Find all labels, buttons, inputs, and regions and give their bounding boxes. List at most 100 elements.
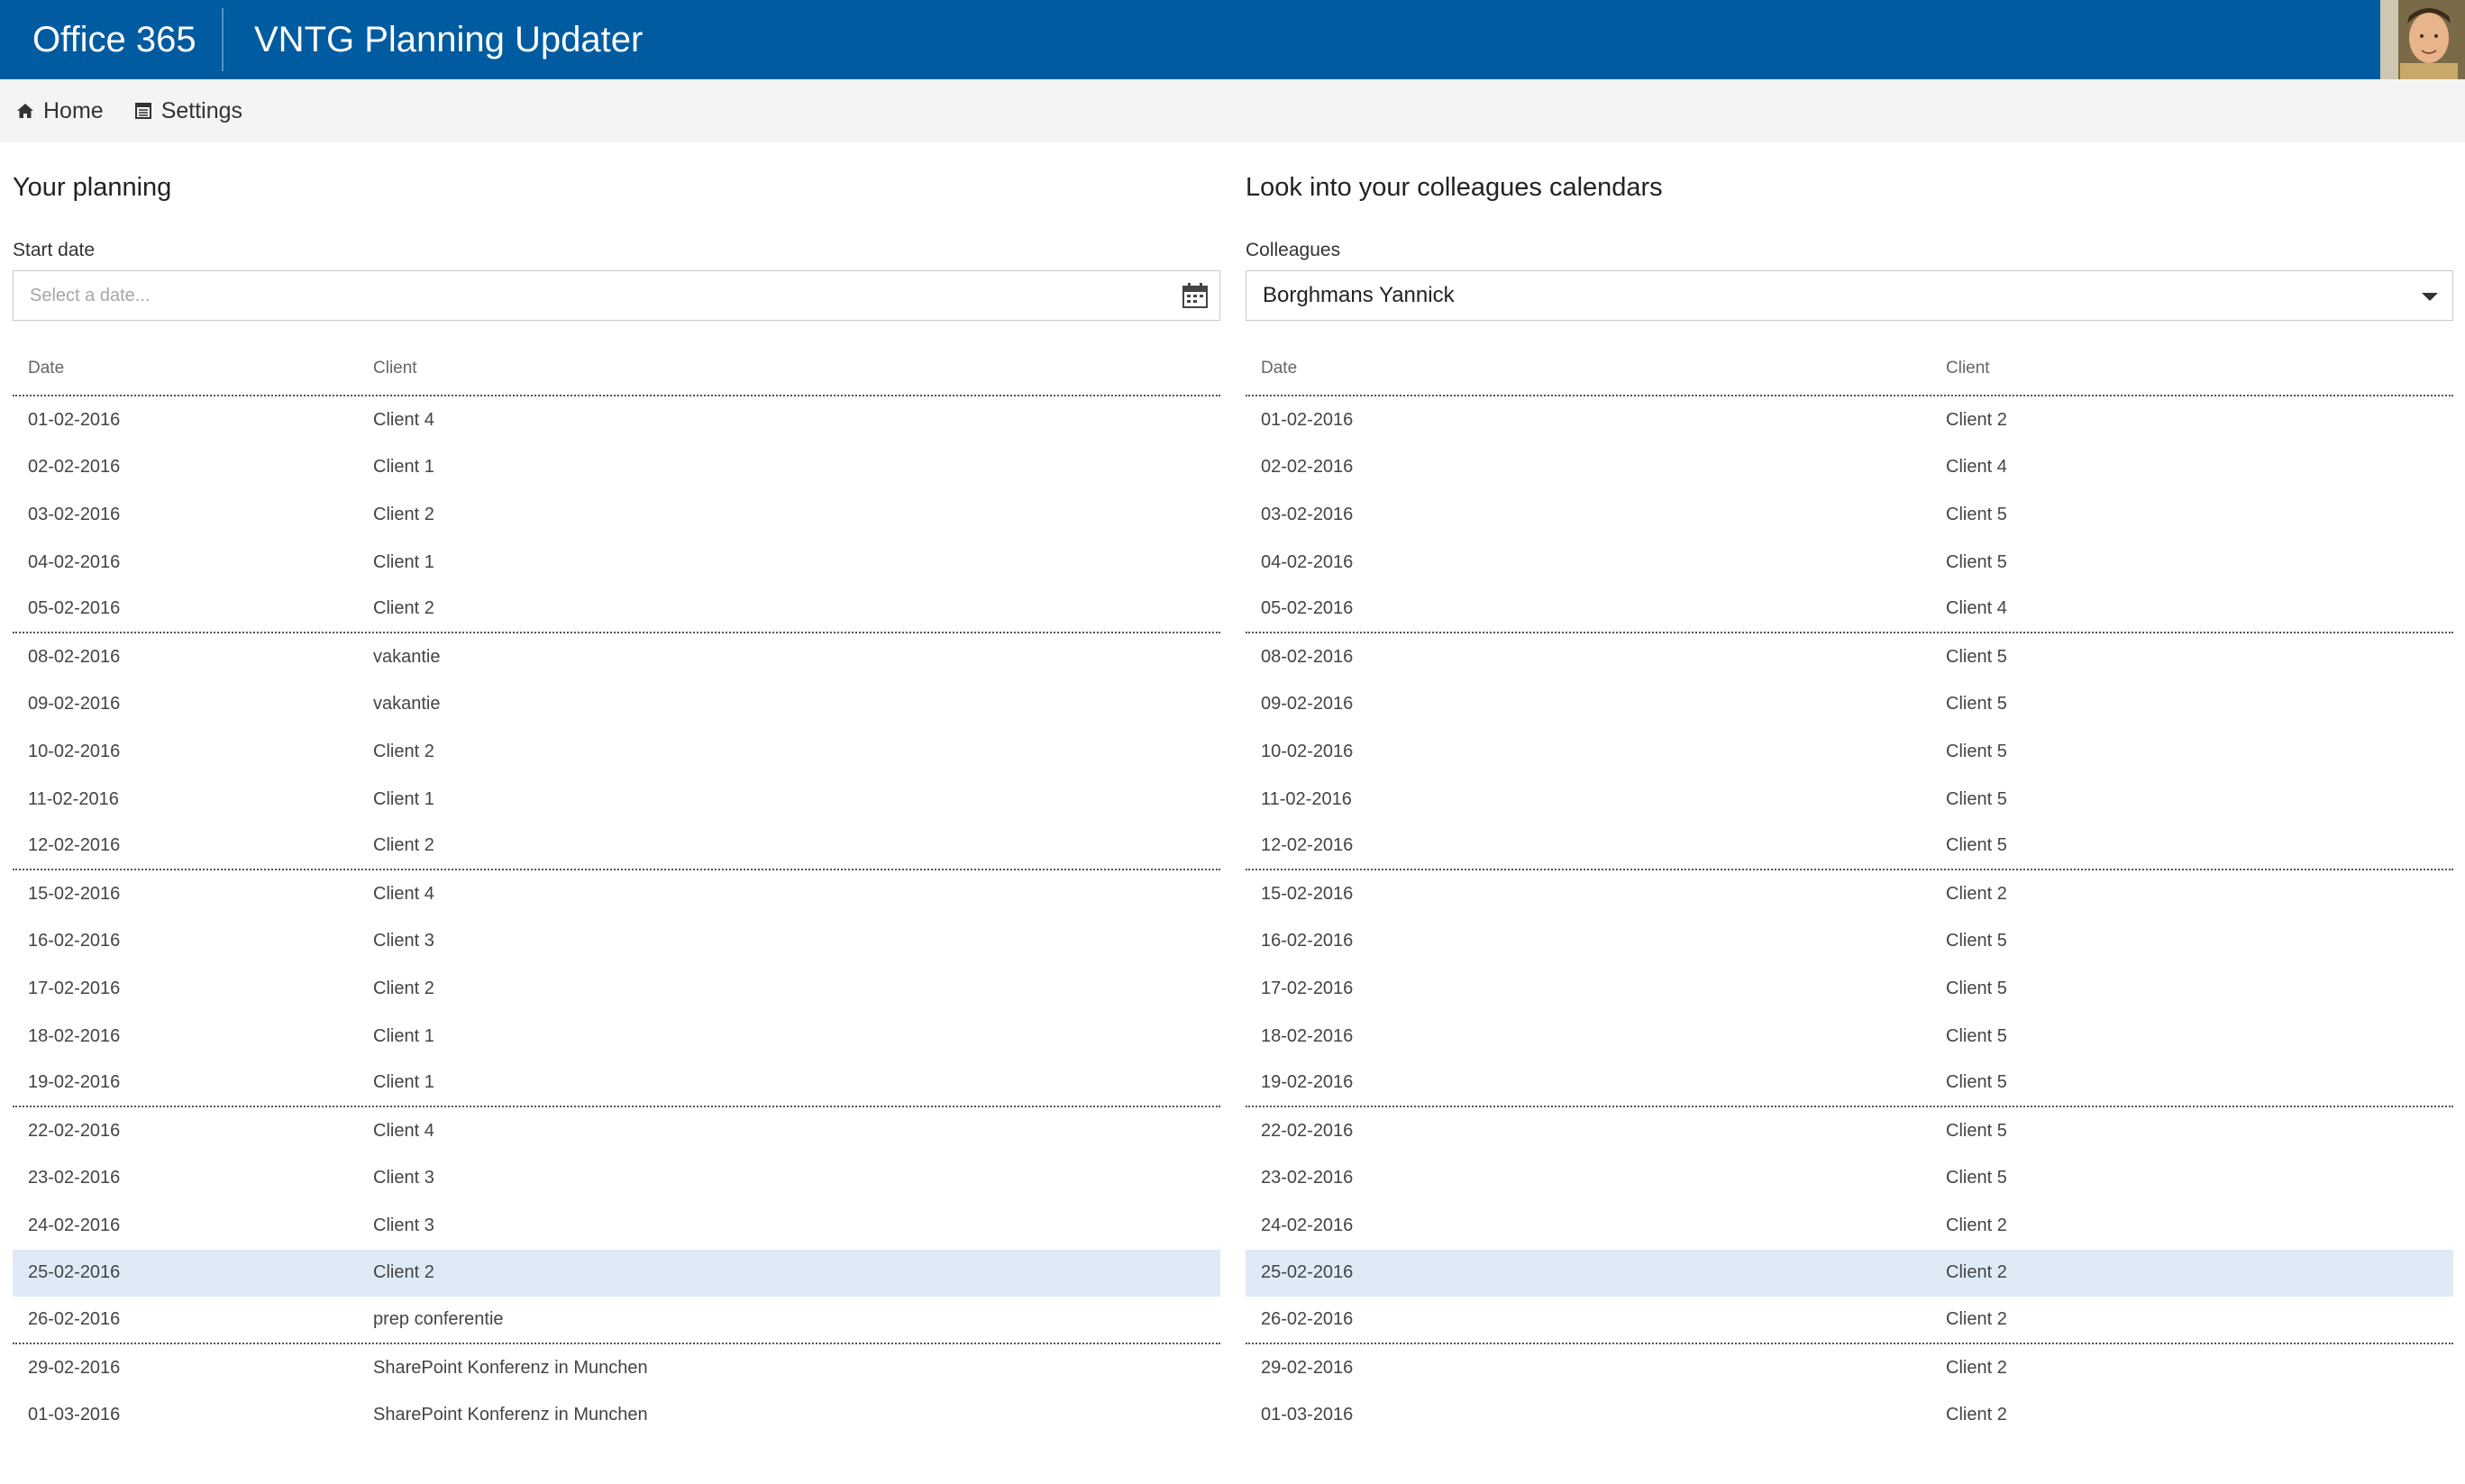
table-row[interactable]: 29-02-2016 SharePoint Konferenz in Munche…	[13, 1344, 1220, 1392]
table-row[interactable]: 15-02-2016 Client 4	[13, 870, 1220, 918]
row-client: Client 2	[1946, 409, 2007, 430]
brand-label[interactable]: Office 365	[0, 20, 222, 60]
table-row[interactable]: 02-02-2016 Client 4	[1246, 444, 2453, 492]
table-row[interactable]: 05-02-2016 Client 4	[1246, 586, 2453, 633]
column-header-date[interactable]: Date	[28, 359, 64, 378]
row-date: 25-02-2016	[28, 1262, 121, 1283]
start-date-label: Start date	[13, 240, 96, 260]
table-row[interactable]: 23-02-2016 Client 3	[13, 1155, 1220, 1203]
table-row[interactable]: 25-02-2016 Client 2	[1246, 1249, 2453, 1297]
table-row[interactable]: 23-02-2016 Client 5	[1246, 1155, 2453, 1203]
row-date: 01-02-2016	[28, 409, 121, 430]
table-row[interactable]: 24-02-2016 Client 3	[13, 1202, 1220, 1250]
table-row[interactable]: 26-02-2016 prep conferentie	[13, 1297, 1220, 1344]
row-client: Client 4	[373, 883, 434, 904]
row-date: 10-02-2016	[28, 741, 121, 761]
row-client: Client 5	[1946, 1120, 2007, 1141]
row-date: 22-02-2016	[1261, 1120, 1354, 1141]
start-date-input[interactable]: Select a date...	[13, 270, 1220, 321]
selected-colleague: Borghmans Yannick	[1263, 283, 1455, 307]
row-date: 05-02-2016	[1261, 598, 1354, 619]
row-date: 03-02-2016	[1261, 504, 1354, 524]
table-row[interactable]: 18-02-2016 Client 1	[13, 1013, 1220, 1061]
table-row[interactable]: 18-02-2016 Client 5	[1246, 1013, 2453, 1061]
row-date: 03-02-2016	[28, 504, 121, 524]
table-row[interactable]: 16-02-2016 Client 5	[1246, 918, 2453, 966]
table-row[interactable]: 22-02-2016 Client 4	[13, 1107, 1220, 1155]
table-row[interactable]: 03-02-2016 Client 2	[13, 491, 1220, 539]
table-row[interactable]: 12-02-2016 Client 2	[13, 823, 1220, 870]
row-date: 18-02-2016	[1261, 1025, 1354, 1046]
table-row[interactable]: 15-02-2016 Client 2	[1246, 870, 2453, 918]
table-row[interactable]: 09-02-2016 vakantie	[13, 681, 1220, 729]
table-row[interactable]: 11-02-2016 Client 1	[13, 776, 1220, 824]
table-row[interactable]: 01-03-2016 SharePoint Konferenz in Munche…	[13, 1391, 1220, 1439]
row-client: Client 2	[1946, 1309, 2007, 1330]
table-row[interactable]: 08-02-2016 Client 5	[1246, 633, 2453, 681]
row-client: Client 1	[373, 1072, 434, 1093]
column-header-date[interactable]: Date	[1261, 359, 1297, 378]
avatar[interactable]	[2380, 0, 2465, 79]
row-client: Client 5	[1946, 741, 2007, 761]
table-row[interactable]: 09-02-2016 Client 5	[1246, 681, 2453, 729]
row-client: Client 2	[1946, 1262, 2007, 1283]
table-row[interactable]: 01-02-2016 Client 4	[13, 396, 1220, 444]
table-row[interactable]: 22-02-2016 Client 5	[1246, 1107, 2453, 1155]
table-row[interactable]: 10-02-2016 Client 5	[1246, 728, 2453, 776]
row-date: 08-02-2016	[1261, 646, 1354, 667]
table-row[interactable]: 11-02-2016 Client 5	[1246, 776, 2453, 824]
table-row[interactable]: 03-02-2016 Client 5	[1246, 491, 2453, 539]
table-row[interactable]: 17-02-2016 Client 2	[13, 965, 1220, 1013]
row-client: Client 4	[1946, 457, 2007, 478]
app-header: Office 365 VNTG Planning Updater	[0, 0, 2465, 79]
row-client: Client 1	[373, 551, 434, 572]
row-date: 22-02-2016	[28, 1120, 121, 1141]
row-client: Client 5	[1946, 504, 2007, 524]
row-date: 09-02-2016	[28, 694, 121, 715]
row-date: 19-02-2016	[1261, 1072, 1354, 1093]
row-date: 17-02-2016	[28, 978, 121, 998]
row-date: 10-02-2016	[1261, 741, 1354, 761]
nav-home[interactable]: Home	[16, 98, 104, 124]
row-client: Client 5	[1946, 551, 2007, 572]
row-client: SharePoint Konferenz in Munchen	[373, 1357, 648, 1378]
row-date: 16-02-2016	[28, 931, 121, 951]
table-row[interactable]: 04-02-2016 Client 1	[13, 539, 1220, 587]
table-row[interactable]: 29-02-2016 Client 2	[1246, 1344, 2453, 1392]
row-date: 02-02-2016	[1261, 457, 1354, 478]
table-row[interactable]: 05-02-2016 Client 2	[13, 586, 1220, 633]
calendar-icon[interactable]	[1182, 282, 1209, 309]
nav-settings[interactable]: Settings	[134, 98, 242, 124]
row-date: 04-02-2016	[28, 551, 121, 572]
row-client: Client 5	[1946, 788, 2007, 809]
table-row[interactable]: 01-03-2016 Client 2	[1246, 1391, 2453, 1439]
row-date: 05-02-2016	[28, 598, 121, 619]
table-row[interactable]: 17-02-2016 Client 5	[1246, 965, 2453, 1013]
row-date: 24-02-2016	[28, 1215, 121, 1235]
table-row[interactable]: 02-02-2016 Client 1	[13, 444, 1220, 492]
table-row[interactable]: 19-02-2016 Client 1	[13, 1060, 1220, 1107]
table-row[interactable]: 08-02-2016 vakantie	[13, 633, 1220, 681]
row-client: Client 5	[1946, 931, 2007, 951]
table-row[interactable]: 24-02-2016 Client 2	[1246, 1202, 2453, 1250]
row-date: 15-02-2016	[1261, 883, 1354, 904]
row-client: Client 3	[373, 1215, 434, 1235]
row-client: Client 5	[1946, 1168, 2007, 1188]
table-row[interactable]: 19-02-2016 Client 5	[1246, 1060, 2453, 1107]
table-row[interactable]: 26-02-2016 Client 2	[1246, 1297, 2453, 1344]
table-row[interactable]: 16-02-2016 Client 3	[13, 918, 1220, 966]
table-header: Date Client	[13, 342, 1220, 396]
table-row[interactable]: 12-02-2016 Client 5	[1246, 823, 2453, 870]
column-header-client[interactable]: Client	[373, 359, 417, 378]
column-header-client[interactable]: Client	[1946, 359, 1990, 378]
row-client: Client 5	[1946, 835, 2007, 856]
row-date: 09-02-2016	[1261, 694, 1354, 715]
table-row[interactable]: 10-02-2016 Client 2	[13, 728, 1220, 776]
nav-home-label: Home	[43, 97, 104, 123]
table-row[interactable]: 04-02-2016 Client 5	[1246, 539, 2453, 587]
start-date-placeholder: Select a date...	[30, 285, 151, 305]
table-row[interactable]: 25-02-2016 Client 2	[13, 1249, 1220, 1297]
table-row[interactable]: 01-02-2016 Client 2	[1246, 396, 2453, 444]
colleagues-dropdown[interactable]: Borghmans Yannick	[1246, 270, 2453, 321]
row-client: Client 2	[373, 978, 434, 998]
